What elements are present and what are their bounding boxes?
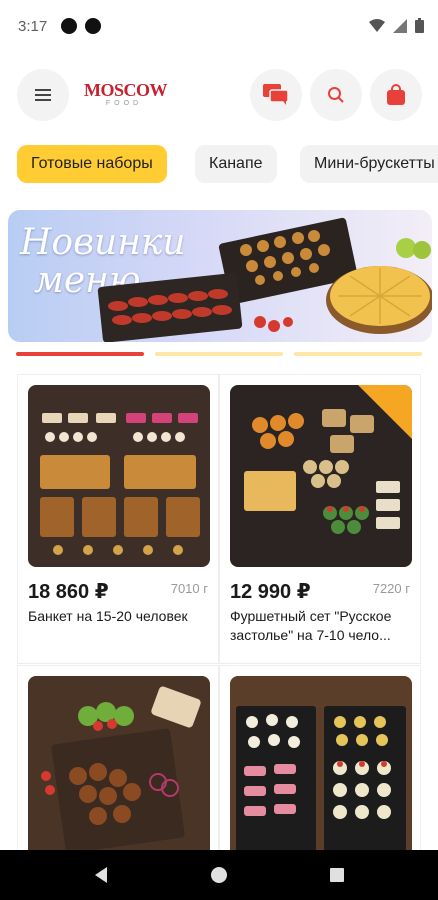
signal-icon — [393, 18, 407, 33]
bag-icon — [387, 84, 405, 105]
product-card[interactable] — [219, 665, 421, 865]
product-card[interactable] — [17, 665, 219, 865]
category-chips: Готовые наборы Канапе Мини-брускетты — [0, 145, 438, 185]
chip-mini-bruschetta[interactable]: Мини-брускетты — [300, 145, 438, 183]
pager-indicator[interactable] — [294, 352, 422, 356]
product-image — [230, 676, 412, 858]
product-price: 18 860 ₽ — [28, 581, 109, 603]
menu-icon — [35, 89, 51, 101]
product-price: 12 990 ₽ — [230, 581, 311, 603]
back-icon[interactable] — [92, 866, 110, 884]
cart-button[interactable] — [370, 69, 422, 121]
app-header: MOSCOW FOOD — [0, 66, 438, 124]
system-nav-bar — [0, 850, 438, 900]
product-weight: 7010 г — [170, 581, 208, 596]
product-card[interactable]: 18 860 ₽ 7010 г Банкет на 15-20 человек — [17, 374, 219, 664]
battery-icon — [415, 18, 424, 33]
promo-banner[interactable]: Новинки меню — [8, 210, 432, 342]
status-time: 3:17 — [18, 17, 48, 35]
search-icon — [328, 87, 344, 103]
brand-logo[interactable]: MOSCOW FOOD — [84, 80, 168, 114]
product-title: Банкет на 15-20 человек — [28, 608, 188, 624]
home-icon[interactable] — [210, 866, 228, 884]
recents-icon[interactable] — [328, 866, 346, 884]
chip-label: Готовые наборы — [31, 155, 153, 172]
chat-icon — [263, 84, 289, 105]
banner-pager — [16, 352, 422, 356]
chip-label: Канапе — [209, 155, 263, 172]
menu-button[interactable] — [17, 69, 69, 121]
chip-ready-sets[interactable]: Готовые наборы — [17, 145, 167, 183]
chat-button[interactable] — [250, 69, 302, 121]
chip-label: Мини-брускетты — [314, 155, 435, 172]
status-bar: 3:17 — [0, 0, 438, 52]
chip-canape[interactable]: Канапе — [195, 145, 277, 183]
product-image — [230, 385, 412, 567]
wifi-icon — [369, 18, 385, 32]
banner-food-image — [97, 217, 432, 342]
status-icons — [369, 18, 424, 33]
logo-text: MOSCOW — [84, 80, 168, 100]
pager-indicator-active[interactable] — [16, 352, 144, 356]
notification-dot-icon — [85, 18, 102, 34]
logo-subtext: FOOD — [105, 100, 143, 107]
product-weight: 7220 г — [372, 581, 410, 596]
product-image — [28, 385, 210, 567]
product-title: Фуршетный сет "Русское застолье" на 7-10… — [230, 608, 392, 643]
product-image — [28, 676, 210, 858]
product-card[interactable]: 12 990 ₽ 7220 г Фуршетный сет "Русское з… — [219, 374, 421, 664]
pager-indicator[interactable] — [155, 352, 283, 356]
notification-dot-icon — [61, 18, 78, 34]
search-button[interactable] — [310, 69, 362, 121]
